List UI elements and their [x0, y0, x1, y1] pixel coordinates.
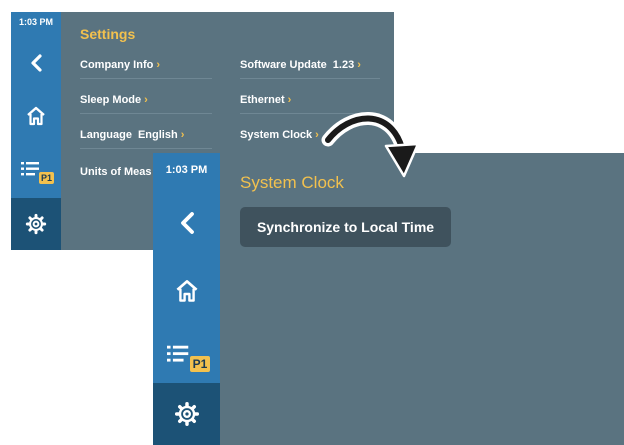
list-button[interactable]: P1 — [11, 154, 61, 190]
chevron-right-icon: › — [287, 94, 292, 106]
menu-item-label: Sleep Mode — [80, 94, 142, 106]
curved-arrow-icon — [321, 112, 420, 178]
sidebar: 1:03 PM P1 — [153, 153, 220, 445]
sidebar: 1:03 PM P1 — [11, 12, 61, 250]
home-button[interactable] — [153, 271, 220, 311]
synchronize-time-button[interactable]: Synchronize to Local Time — [240, 207, 451, 247]
menu-item-software-update[interactable]: Software Update 1.23 › — [240, 52, 380, 79]
gear-icon — [174, 401, 199, 427]
list-icon — [166, 345, 188, 362]
p1-badge: P1 — [39, 172, 54, 184]
back-button[interactable] — [11, 48, 61, 78]
page-title: Settings — [80, 26, 136, 42]
p1-badge: P1 — [190, 356, 210, 372]
menu-item-label: Company Info — [80, 59, 154, 71]
menu-item-label: Ethernet — [240, 94, 285, 106]
back-icon — [31, 54, 42, 72]
back-icon — [180, 212, 194, 234]
menu-item-sleep-mode[interactable]: Sleep Mode › — [80, 87, 212, 114]
chevron-right-icon: › — [156, 59, 161, 71]
menu-item-label: Software Update — [240, 59, 327, 71]
system-clock-screen: 1:03 PM P1 System Clock Synchronize to L… — [153, 153, 624, 445]
clock-time: 1:03 PM — [18, 17, 53, 27]
menu-item-label: Units of Meas — [80, 166, 152, 178]
clock-time: 1:03 PM — [165, 164, 208, 176]
gear-icon — [25, 213, 47, 235]
list-button[interactable]: P1 — [153, 336, 220, 380]
menu-item-value: 1.23 — [332, 59, 355, 71]
settings-nav-button[interactable] — [153, 383, 220, 445]
home-icon — [27, 106, 45, 126]
menu-item-label: System Clock — [240, 129, 313, 141]
menu-item-label: Language — [80, 129, 132, 141]
menu-item-company-info[interactable]: Company Info › — [80, 52, 212, 79]
home-icon — [176, 280, 197, 302]
settings-nav-button[interactable] — [11, 198, 61, 250]
back-button[interactable] — [153, 203, 220, 243]
chevron-right-icon: › — [180, 129, 185, 141]
menu-item-value: English — [137, 129, 178, 141]
chevron-right-icon: › — [315, 129, 319, 141]
menu-item-units-of-measure[interactable]: Units of Meas — [80, 159, 153, 185]
home-button[interactable] — [11, 100, 61, 132]
chevron-right-icon: › — [357, 59, 361, 71]
chevron-right-icon: › — [144, 94, 148, 106]
menu-item-language[interactable]: Language English › — [80, 122, 212, 149]
